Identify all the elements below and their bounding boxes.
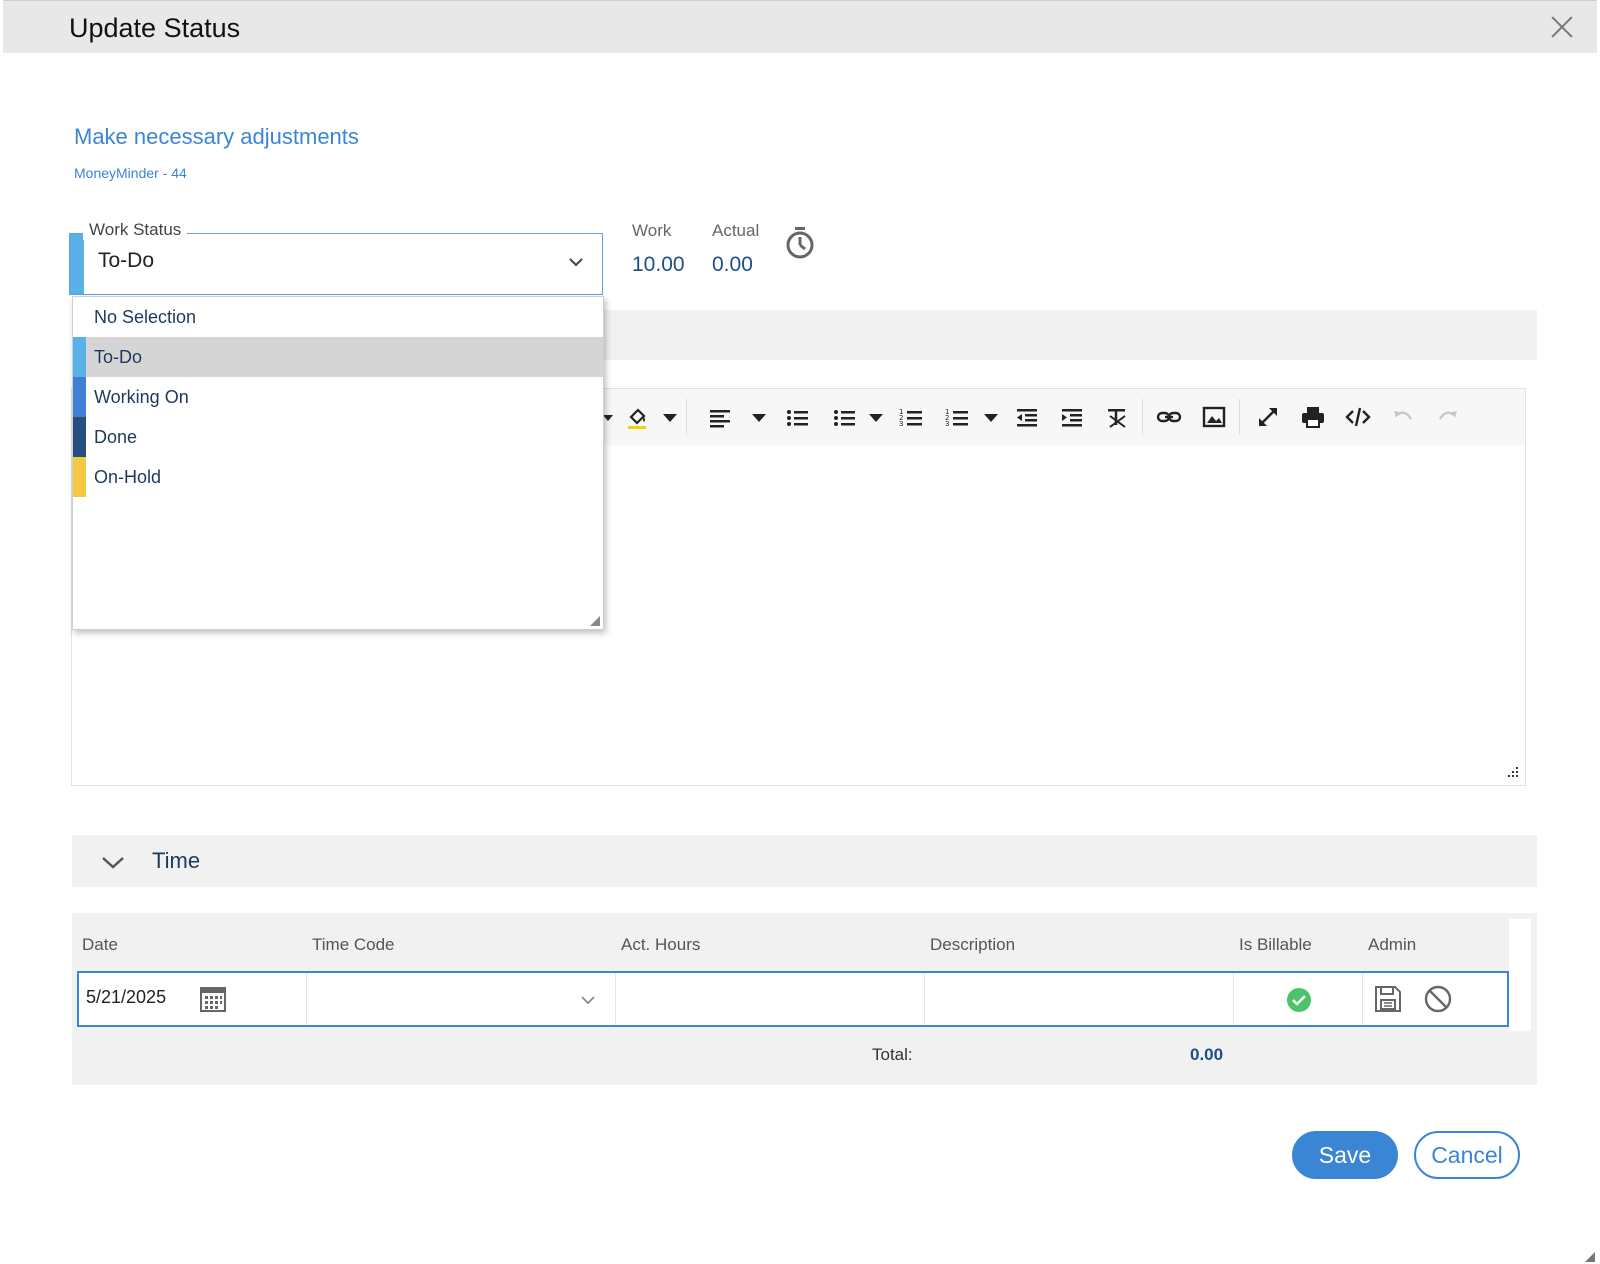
work-status-option-done[interactable]: Done bbox=[73, 417, 603, 457]
time-section-title: Time bbox=[152, 848, 201, 873]
cancel-circle-icon[interactable] bbox=[1423, 984, 1453, 1014]
image-icon[interactable] bbox=[1200, 403, 1228, 431]
column-header-act-hours[interactable]: Act. Hours bbox=[621, 935, 700, 955]
work-status-selected-value: To-Do bbox=[98, 249, 155, 272]
dialog-titlebar: Update Status bbox=[3, 0, 1597, 53]
option-color-swatch bbox=[73, 297, 86, 337]
column-header-is-billable[interactable]: Is Billable bbox=[1239, 935, 1312, 955]
option-label: Done bbox=[94, 427, 138, 447]
time-code-select[interactable] bbox=[307, 973, 616, 1025]
work-status-color-bar bbox=[70, 234, 84, 294]
outdent-icon[interactable] bbox=[1013, 403, 1041, 431]
work-hours-value: 10.00 bbox=[632, 253, 685, 276]
chevron-down-icon[interactable] bbox=[566, 252, 586, 272]
time-entry-row: 5/21/2025 bbox=[77, 971, 1509, 1027]
time-entries-grid: Date Time Code Act. Hours Description Is… bbox=[72, 913, 1537, 1085]
fill-color-icon[interactable] bbox=[624, 403, 652, 431]
save-icon[interactable] bbox=[1373, 984, 1403, 1014]
section-header-bar bbox=[603, 310, 1537, 360]
dialog-resize-grip-icon[interactable] bbox=[1583, 1250, 1595, 1262]
toolbar-separator bbox=[1239, 399, 1240, 435]
task-name-link[interactable]: Make necessary adjustments bbox=[74, 124, 359, 150]
numbered-list-style-icon[interactable]: 123 bbox=[943, 403, 971, 431]
stopwatch-icon[interactable] bbox=[785, 226, 815, 260]
option-label: To-Do bbox=[94, 347, 143, 367]
resize-grip-icon[interactable] bbox=[1507, 767, 1519, 779]
column-header-description[interactable]: Description bbox=[930, 935, 1015, 955]
clear-format-icon[interactable] bbox=[1103, 403, 1131, 431]
dropdown-arrow-icon[interactable] bbox=[656, 403, 677, 431]
column-header-admin[interactable]: Admin bbox=[1368, 935, 1416, 955]
calendar-icon[interactable] bbox=[199, 985, 227, 1013]
bullet-list-icon[interactable] bbox=[783, 403, 811, 431]
toolbar-separator bbox=[686, 399, 687, 435]
align-left-icon[interactable] bbox=[706, 403, 734, 431]
update-status-dialog: Update Status Make necessary adjustments… bbox=[3, 0, 1597, 1264]
check-circle-icon[interactable] bbox=[1286, 987, 1312, 1013]
total-value: 0.00 bbox=[1190, 1045, 1224, 1064]
indent-icon[interactable] bbox=[1058, 403, 1086, 431]
option-label: On-Hold bbox=[94, 467, 162, 487]
date-value: 5/21/2025 bbox=[86, 987, 167, 1007]
work-status-option-no-selection[interactable]: No Selection bbox=[73, 297, 603, 337]
numbered-list-icon[interactable]: 123 bbox=[897, 403, 925, 431]
option-color-swatch bbox=[73, 417, 86, 457]
is-billable-cell[interactable] bbox=[1234, 973, 1363, 1025]
fullscreen-icon[interactable] bbox=[1254, 403, 1282, 431]
admin-cell bbox=[1363, 973, 1507, 1025]
work-status-select[interactable]: To-Do bbox=[69, 233, 603, 295]
svg-text:3: 3 bbox=[899, 420, 903, 428]
undo-icon[interactable] bbox=[1389, 403, 1417, 431]
toolbar-separator bbox=[1142, 399, 1143, 435]
close-icon[interactable] bbox=[1548, 13, 1576, 41]
option-color-swatch bbox=[73, 457, 86, 497]
grid-scrollbar[interactable] bbox=[1509, 919, 1531, 1031]
work-hours-label: Work bbox=[632, 221, 672, 240]
actual-hours-label: Actual bbox=[712, 221, 760, 240]
dropdown-arrow-icon[interactable] bbox=[977, 403, 998, 431]
print-icon[interactable] bbox=[1299, 403, 1327, 431]
total-label: Total: bbox=[872, 1045, 913, 1064]
dialog-title: Update Status bbox=[69, 13, 241, 43]
option-color-swatch bbox=[73, 377, 86, 417]
dropdown-arrow-icon[interactable] bbox=[745, 403, 766, 431]
time-section-header[interactable]: Time bbox=[72, 835, 1537, 887]
description-input[interactable] bbox=[925, 973, 1234, 1025]
work-status-option-working-on[interactable]: Working On bbox=[73, 377, 603, 417]
work-status-label: Work Status bbox=[83, 220, 188, 240]
work-status-option-to-do[interactable]: To-Do bbox=[73, 337, 603, 377]
bullet-list-style-icon[interactable] bbox=[830, 403, 858, 431]
option-color-swatch bbox=[73, 337, 86, 377]
date-cell[interactable]: 5/21/2025 bbox=[79, 973, 307, 1025]
act-hours-input[interactable] bbox=[616, 973, 925, 1025]
option-label: Working On bbox=[94, 387, 189, 407]
chevron-down-icon[interactable] bbox=[579, 991, 597, 1009]
work-status-dropdown-list: No Selection To-Do Working On Done On-Ho… bbox=[72, 296, 604, 630]
resize-grip-icon[interactable] bbox=[590, 616, 600, 626]
link-icon[interactable] bbox=[1155, 403, 1183, 431]
actual-hours-value: 0.00 bbox=[712, 253, 753, 276]
save-button[interactable]: Save bbox=[1292, 1131, 1398, 1179]
column-header-date[interactable]: Date bbox=[82, 935, 118, 955]
option-label: No Selection bbox=[94, 307, 197, 327]
work-status-option-on-hold[interactable]: On-Hold bbox=[73, 457, 603, 497]
code-view-icon[interactable] bbox=[1344, 403, 1372, 431]
cancel-button[interactable]: Cancel bbox=[1414, 1131, 1520, 1179]
column-header-time-code[interactable]: Time Code bbox=[312, 935, 395, 955]
redo-icon[interactable] bbox=[1434, 403, 1462, 431]
chevron-down-icon[interactable] bbox=[100, 851, 126, 873]
dropdown-arrow-icon[interactable] bbox=[862, 403, 883, 431]
svg-text:3: 3 bbox=[945, 420, 949, 428]
task-project-ref[interactable]: MoneyMinder - 44 bbox=[74, 165, 187, 181]
